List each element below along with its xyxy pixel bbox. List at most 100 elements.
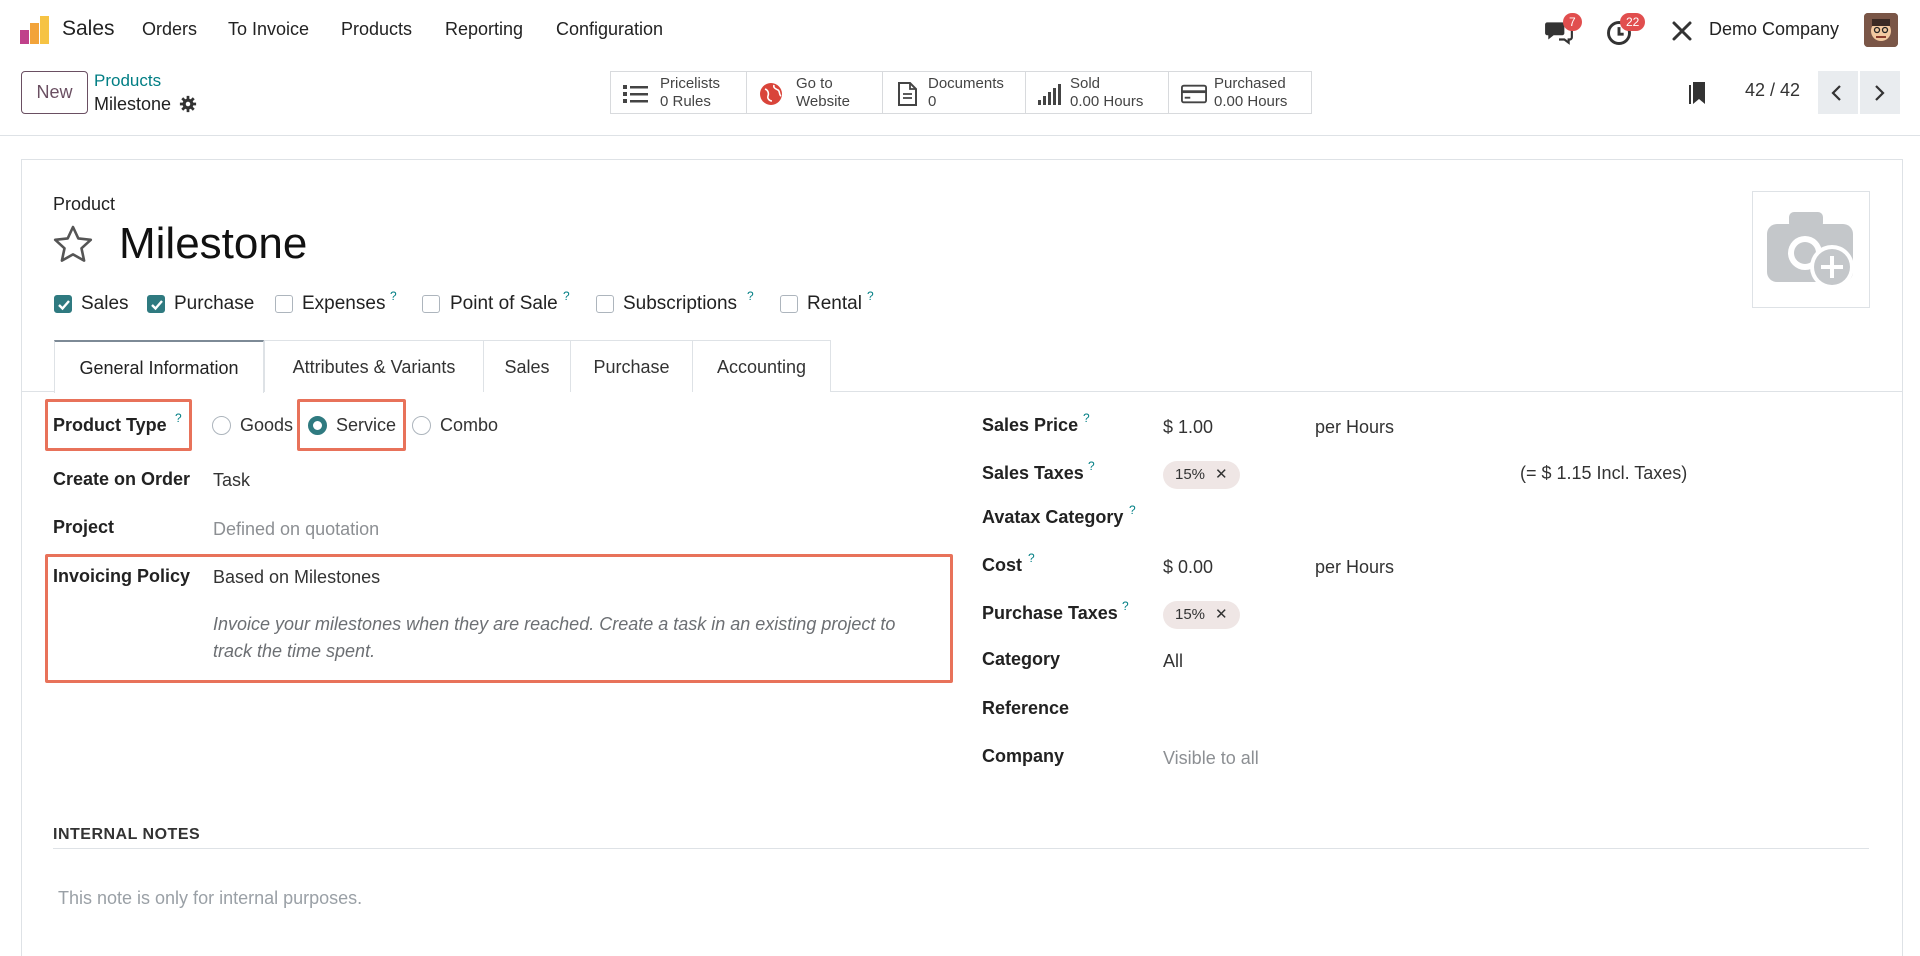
- checkbox-subscriptions-label[interactable]: Subscriptions: [623, 293, 737, 315]
- help-icon[interactable]: ?: [175, 411, 182, 425]
- check-icon: [58, 300, 70, 311]
- checkbox-purchase[interactable]: [147, 295, 165, 313]
- radio-combo[interactable]: [412, 416, 431, 435]
- help-icon[interactable]: ?: [1083, 411, 1090, 425]
- menu-configuration[interactable]: Configuration: [556, 19, 663, 40]
- radio-goods-label[interactable]: Goods: [240, 415, 293, 436]
- help-icon[interactable]: ?: [1122, 599, 1129, 613]
- check-icon: [151, 300, 163, 311]
- help-icon[interactable]: ?: [390, 289, 397, 303]
- smart-button-documents[interactable]: Documents 0: [882, 71, 1026, 114]
- chevron-right-icon: [1875, 85, 1885, 101]
- gear-icon[interactable]: [179, 95, 197, 113]
- tag-label: 15%: [1175, 606, 1206, 623]
- sales-app-icon[interactable]: [20, 16, 50, 44]
- pager-value[interactable]: 42 / 42: [1745, 80, 1800, 101]
- smart-label: Go to: [796, 75, 833, 92]
- user-avatar[interactable]: [1864, 13, 1898, 47]
- smart-button-sold[interactable]: Sold 0.00 Hours: [1025, 71, 1169, 114]
- menu-to-invoice[interactable]: To Invoice: [228, 19, 309, 40]
- star-icon[interactable]: [51, 223, 95, 267]
- company-label: Company: [982, 746, 1065, 766]
- help-icon[interactable]: ?: [1028, 551, 1035, 565]
- smart-button-pricelists[interactable]: Pricelists 0 Rules: [610, 71, 747, 114]
- tab-general-information[interactable]: General Information: [54, 340, 264, 393]
- smart-value: 0 Rules: [660, 93, 711, 110]
- cost-label: Cost: [982, 555, 1022, 575]
- internal-notes-field[interactable]: This note is only for internal purposes.: [58, 888, 362, 909]
- company-field[interactable]: Visible to all: [1163, 748, 1259, 769]
- pager-previous-button[interactable]: [1818, 71, 1858, 114]
- checkbox-expenses[interactable]: [275, 295, 293, 313]
- checkbox-sales-label[interactable]: Sales: [81, 293, 129, 315]
- invoicing-policy-field[interactable]: Based on Milestones: [213, 567, 380, 588]
- checkbox-rental-label[interactable]: Rental: [807, 293, 862, 315]
- menu-orders[interactable]: Orders: [142, 19, 197, 40]
- smart-button-go-to-website[interactable]: Go to Website: [746, 71, 883, 114]
- help-icon[interactable]: ?: [563, 289, 570, 303]
- smart-label: Sold: [1070, 75, 1101, 92]
- product-name-field[interactable]: Milestone: [119, 219, 307, 269]
- tab-sales[interactable]: Sales: [483, 340, 571, 392]
- tag-label: 15%: [1175, 466, 1206, 483]
- category-field[interactable]: All: [1163, 651, 1183, 672]
- project-label: Project: [53, 517, 115, 537]
- cost-uom: per Hours: [1315, 557, 1395, 577]
- radio-service[interactable]: [308, 416, 327, 435]
- help-icon[interactable]: ?: [867, 289, 874, 303]
- radio-service-label[interactable]: Service: [336, 415, 396, 436]
- internal-notes-header: INTERNAL NOTES: [53, 826, 201, 843]
- company-switcher[interactable]: Demo Company: [1709, 19, 1839, 40]
- smart-value: 0.00 Hours: [1070, 93, 1144, 110]
- tab-attributes-variants[interactable]: Attributes & Variants: [264, 340, 484, 392]
- sales-tax-tag[interactable]: 15% ✕: [1163, 461, 1240, 489]
- pager-next-button[interactable]: [1860, 71, 1900, 114]
- new-button[interactable]: New: [21, 71, 88, 114]
- checkbox-sales[interactable]: [54, 295, 72, 313]
- smart-label: Pricelists: [660, 75, 721, 92]
- product-type-label: Product Type: [53, 415, 167, 435]
- reference-label: Reference: [982, 698, 1070, 718]
- category-label: Category: [982, 649, 1061, 669]
- sales-price-field[interactable]: $ 1.00: [1163, 417, 1213, 438]
- checkbox-rental[interactable]: [780, 295, 798, 313]
- product-image-upload[interactable]: [1752, 191, 1870, 308]
- camera-plus-icon: [1767, 212, 1854, 289]
- cost-field[interactable]: $ 0.00: [1163, 557, 1213, 578]
- breadcrumb-current: Milestone: [94, 94, 172, 114]
- tab-accounting[interactable]: Accounting: [692, 340, 831, 392]
- radio-combo-label[interactable]: Combo: [440, 415, 498, 436]
- project-field[interactable]: Defined on quotation: [213, 519, 379, 540]
- chevron-left-icon: [1831, 85, 1841, 101]
- help-icon[interactable]: ?: [747, 289, 754, 303]
- checkbox-expenses-label[interactable]: Expenses: [302, 293, 385, 315]
- radio-goods[interactable]: [212, 416, 231, 435]
- invoicing-policy-help-line2: track the time spent.: [213, 641, 376, 661]
- menu-products[interactable]: Products: [341, 19, 412, 40]
- checkbox-point-of-sale[interactable]: [422, 295, 440, 313]
- tools-icon[interactable]: [1670, 19, 1694, 43]
- smart-value: 0: [928, 93, 937, 110]
- bar-chart-icon: [1038, 84, 1061, 105]
- invoicing-policy-help-line1: Invoice your milestones when they are re…: [213, 614, 896, 634]
- create-on-order-field[interactable]: Task: [213, 470, 250, 491]
- help-icon[interactable]: ?: [1129, 503, 1136, 517]
- smart-button-purchased[interactable]: Purchased 0.00 Hours: [1168, 71, 1312, 114]
- menu-reporting[interactable]: Reporting: [445, 19, 523, 40]
- create-on-order-label: Create on Order: [53, 469, 191, 489]
- purchase-tax-tag[interactable]: 15% ✕: [1163, 601, 1240, 629]
- bookmark-icon[interactable]: [1689, 80, 1709, 106]
- internal-notes-divider: [53, 848, 1869, 849]
- breadcrumb-products[interactable]: Products: [94, 71, 161, 91]
- control-panel: New Products Milestone Pricelists 0 Rule…: [0, 60, 1920, 136]
- globe-icon: [760, 83, 782, 105]
- help-icon[interactable]: ?: [1088, 459, 1095, 473]
- checkbox-subscriptions[interactable]: [596, 295, 614, 313]
- remove-tag-icon[interactable]: ✕: [1215, 606, 1228, 623]
- checkbox-point-of-sale-label[interactable]: Point of Sale: [450, 293, 558, 315]
- tab-purchase[interactable]: Purchase: [570, 340, 693, 392]
- app-name[interactable]: Sales: [62, 17, 115, 41]
- checkbox-purchase-label[interactable]: Purchase: [174, 293, 254, 315]
- credit-card-icon: [1181, 84, 1207, 104]
- remove-tag-icon[interactable]: ✕: [1215, 466, 1228, 483]
